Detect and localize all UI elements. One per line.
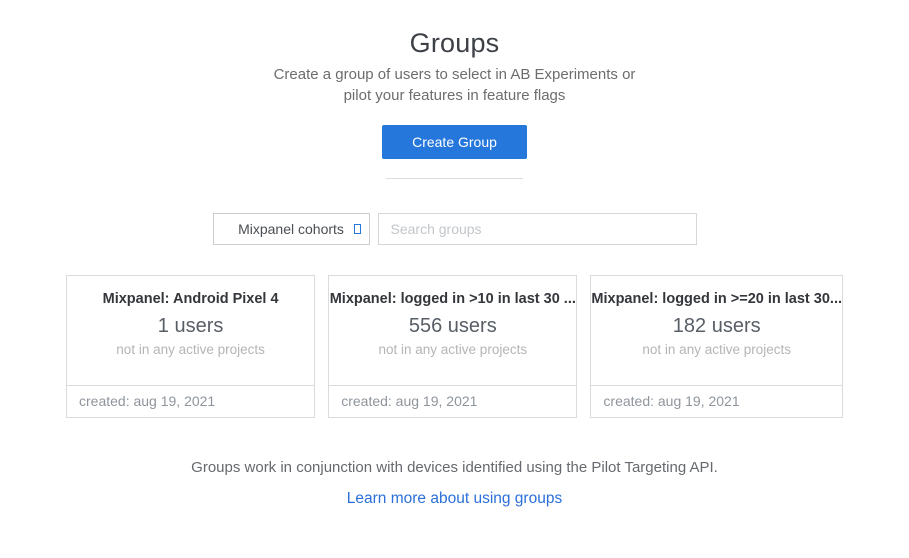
group-card-created: created: aug 19, 2021 (329, 385, 576, 417)
groups-page: Groups Create a group of users to select… (0, 0, 909, 508)
group-card-created: created: aug 19, 2021 (591, 385, 842, 417)
page-subtitle-line1: Create a group of users to select in AB … (0, 64, 909, 85)
group-card-body: Mixpanel: Android Pixel 4 1 users not in… (67, 276, 314, 385)
group-card-title: Mixpanel: logged in >10 in last 30 ... (329, 291, 576, 307)
group-card-body: Mixpanel: logged in >=20 in last 30... 1… (591, 276, 842, 385)
page-title: Groups (0, 28, 909, 59)
group-card-user-count: 1 users (67, 315, 314, 338)
page-subtitle: Create a group of users to select in AB … (0, 64, 909, 106)
group-card-created: created: aug 19, 2021 (67, 385, 314, 417)
groups-info-text: Groups work in conjunction with devices … (0, 459, 909, 476)
filter-controls: Mixpanel cohorts (213, 213, 697, 245)
page-subtitle-line2: pilot your features in feature flags (0, 85, 909, 106)
group-card-status: not in any active projects (329, 342, 576, 357)
dropdown-caret-icon (354, 224, 361, 234)
group-card-user-count: 182 users (591, 315, 842, 338)
cohort-source-dropdown-value: Mixpanel cohorts (238, 221, 344, 237)
group-card[interactable]: Mixpanel: Android Pixel 4 1 users not in… (66, 275, 315, 418)
section-divider (386, 178, 523, 179)
learn-more-row: Learn more about using groups (0, 490, 909, 508)
cohort-source-dropdown[interactable]: Mixpanel cohorts (213, 213, 370, 245)
group-card-title: Mixpanel: logged in >=20 in last 30... (591, 291, 842, 307)
search-groups-input[interactable] (378, 213, 697, 245)
create-group-button-row: Create Group (0, 125, 909, 159)
group-card-user-count: 556 users (329, 315, 576, 338)
group-cards-row: Mixpanel: Android Pixel 4 1 users not in… (66, 275, 843, 418)
group-card[interactable]: Mixpanel: logged in >=20 in last 30... 1… (590, 275, 843, 418)
group-card-status: not in any active projects (591, 342, 842, 357)
group-card[interactable]: Mixpanel: logged in >10 in last 30 ... 5… (328, 275, 577, 418)
learn-more-link[interactable]: Learn more about using groups (347, 490, 562, 507)
group-card-title: Mixpanel: Android Pixel 4 (67, 291, 314, 307)
create-group-button[interactable]: Create Group (382, 125, 527, 159)
group-card-status: not in any active projects (67, 342, 314, 357)
group-card-body: Mixpanel: logged in >10 in last 30 ... 5… (329, 276, 576, 385)
